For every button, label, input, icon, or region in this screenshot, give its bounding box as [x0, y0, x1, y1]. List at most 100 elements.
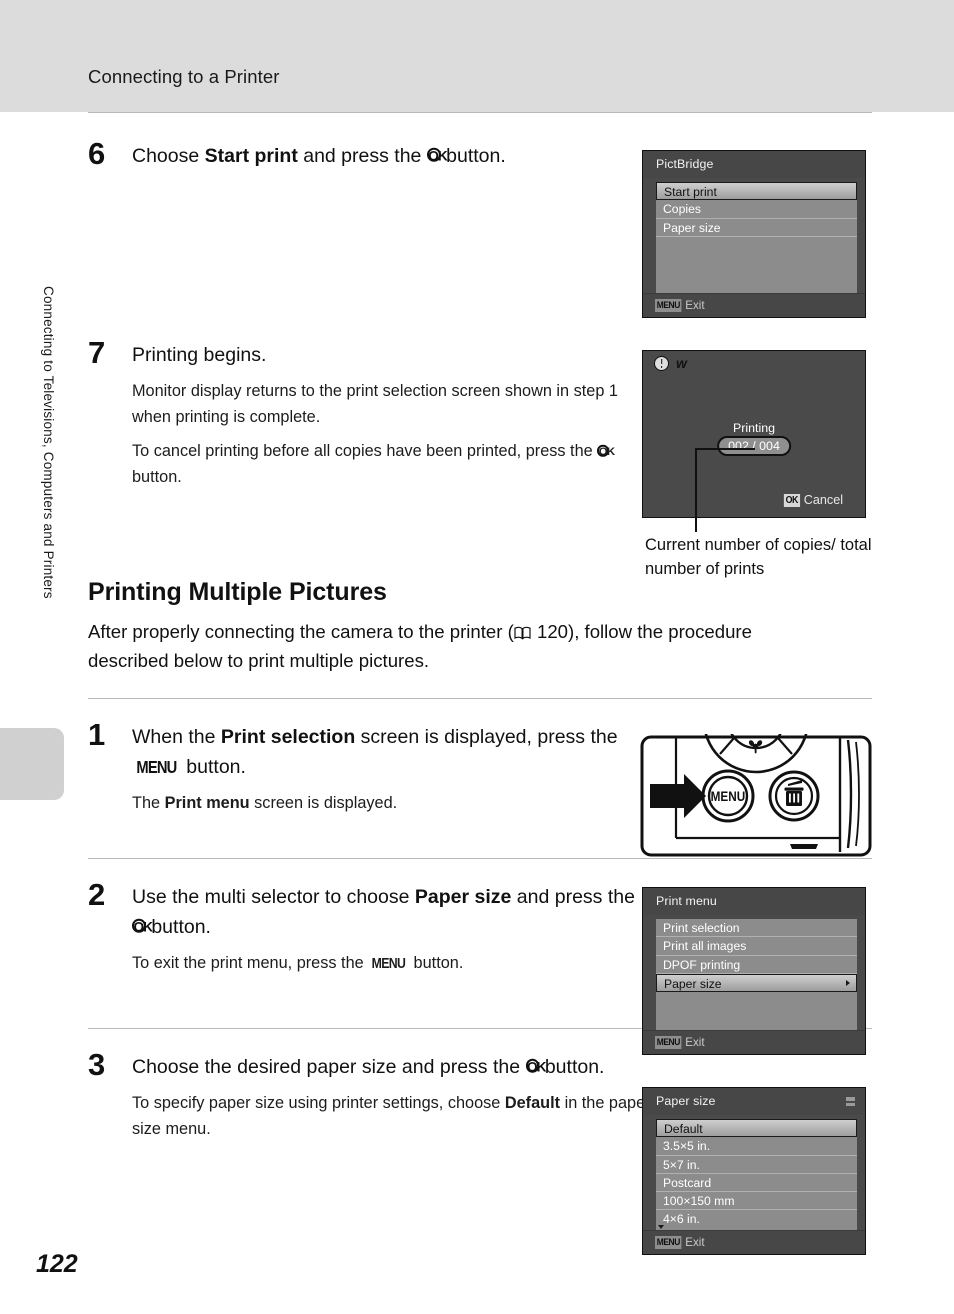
step-1-note-bold: Print menu [164, 794, 250, 812]
leader-vertical [695, 448, 698, 532]
pictbridge-exit-hint: MENU Exit [655, 299, 705, 312]
section-printing-multiple-pictures: Printing Multiple Pictures After properl… [88, 578, 872, 675]
list-item-label: Start print [664, 185, 717, 199]
list-item[interactable]: DPOF printing [656, 956, 857, 974]
printing-status-label: Printing [732, 421, 775, 435]
step-2-title: Use the multi selector to choose Paper s… [132, 879, 642, 942]
menu-button-icon: MENU [371, 954, 406, 972]
screen-print-menu: Print menu Print selection Print all ima… [642, 887, 866, 1055]
step-3-title-post: button. [539, 1056, 605, 1078]
step-6-title-mid: and press the [297, 145, 427, 167]
step-2-title-pre: Use the multi selector to choose [132, 885, 415, 908]
list-item[interactable]: Postcard [656, 1174, 857, 1193]
step-7-note-1: Monitor display returns to the print sel… [132, 382, 618, 426]
list-item[interactable]: 3.5×5 in. [656, 1137, 857, 1156]
pictbridge-footer: MENU Exit [643, 293, 865, 317]
list-item[interactable]: Start print [656, 182, 857, 201]
paper-size-titlebar: Paper size [643, 1088, 865, 1116]
step-2-title-mid: and press the [511, 885, 635, 908]
step-6-title-post: button. [440, 145, 506, 167]
warning-exclamation-icon [654, 356, 669, 371]
ok-button-icon: OK [525, 1058, 546, 1075]
step-6-title-pre: Choose [132, 145, 205, 167]
callout-leader-line [695, 448, 755, 532]
step-1-title-pre: When the [132, 726, 221, 748]
list-item-label: Copies [663, 202, 701, 217]
step-6-title-bold: Start print [204, 145, 298, 167]
print-menu-stage: Print selection Print all images DPOF pr… [643, 915, 865, 1035]
page-number: 122 [36, 1250, 78, 1278]
list-item-label: DPOF printing [663, 957, 741, 972]
step-1-title-mid: screen is displayed, press the [355, 726, 618, 748]
print-menu-exit-label: Exit [685, 1036, 705, 1049]
print-menu-list: Print selection Print all images DPOF pr… [656, 919, 857, 1035]
section-intro: After properly connecting the camera to … [88, 617, 788, 675]
camera-back-illustration: MENU [640, 666, 872, 858]
step-7-note-2: To cancel printing before all copies hav… [132, 439, 652, 490]
print-menu-title: Print menu [656, 894, 717, 908]
section-divider-1 [88, 698, 872, 699]
list-item[interactable]: 4×6 in. [656, 1210, 857, 1229]
print-menu-titlebar: Print menu [643, 888, 865, 916]
list-item[interactable]: Default [656, 1119, 857, 1138]
menu-chip-icon: MENU [655, 299, 682, 312]
menu-button-icon: MENU [136, 757, 177, 777]
list-item[interactable]: Print all images [656, 937, 857, 956]
step-7-number: 7 [88, 335, 106, 370]
list-item[interactable]: 5×7 in. [656, 1156, 857, 1174]
paper-size-footer: MENU Exit [643, 1230, 865, 1254]
ok-chip-icon: OK [784, 494, 800, 507]
list-item-label: Paper size [664, 976, 722, 991]
step-2-title-post: button. [145, 915, 211, 938]
camera-shake-icon: w [676, 355, 687, 371]
list-item[interactable]: Paper size [656, 973, 857, 993]
step-1-title-bold: Print selection [220, 726, 356, 748]
step-2-number: 2 [88, 876, 106, 912]
screen-pictbridge: PictBridge Start print Copies Paper size… [642, 150, 866, 318]
menu-chip-icon: MENU [655, 1236, 682, 1249]
step-3-number: 3 [88, 1047, 106, 1082]
chevron-right-icon [846, 980, 850, 987]
list-item-label: 3.5×5 in. [663, 1139, 711, 1154]
paper-size-exit-hint: MENU Exit [655, 1236, 705, 1249]
book-reference-icon [514, 626, 531, 640]
paper-size-list: Default 3.5×5 in. 5×7 in. Postcard 100×1… [656, 1119, 857, 1235]
pictbridge-title: PictBridge [656, 157, 714, 171]
list-item-label: Print all images [663, 939, 747, 954]
step-3-title-pre: Choose the desired paper size and press … [132, 1056, 526, 1078]
list-item-label: 5×7 in. [663, 1157, 700, 1172]
list-item[interactable]: Print selection [656, 919, 857, 938]
printing-cancel-label: Cancel [803, 493, 843, 507]
list-item[interactable]: 100×150 mm [656, 1192, 857, 1211]
ok-button-icon: OK [426, 147, 448, 164]
step-6-title: Choose Start print and press the OK butt… [132, 138, 642, 171]
scroll-indicator-icon [846, 1097, 855, 1106]
list-item[interactable]: Copies [656, 200, 857, 219]
step-1-number: 1 [88, 717, 106, 752]
step-2-note: To exit the print menu, press the MENU b… [132, 951, 652, 977]
step-1-title-post: button. [180, 756, 246, 778]
section-intro-pre: After properly connecting the camera to … [88, 621, 514, 642]
scroll-down-caret-icon [658, 1224, 664, 1229]
step-3-note-pre: To specify paper size using printer sett… [132, 1094, 505, 1112]
header-divider [88, 112, 872, 113]
step-6-number: 6 [88, 136, 106, 171]
page-header-band [0, 0, 954, 112]
callout-caption: Current number of copies/ total number o… [645, 536, 872, 578]
pictbridge-titlebar: PictBridge [643, 151, 865, 179]
step-2-note-post: button. [409, 953, 464, 972]
list-item-label: Print selection [663, 921, 740, 935]
pictbridge-stage: Start print Copies Paper size [643, 178, 865, 298]
chapter-tab-marker [0, 728, 64, 800]
step-1-title: When the Print selection screen is displ… [132, 719, 642, 782]
screen-paper-size: Paper size Default 3.5×5 in. 5×7 in. Pos… [642, 1087, 866, 1255]
paper-size-title: Paper size [656, 1094, 716, 1108]
step-7-title: Printing begins. [132, 344, 267, 366]
step-2-title-bold: Paper size [414, 885, 512, 908]
printing-cancel-hint[interactable]: OK Cancel [783, 493, 843, 507]
step-3-note: To specify paper size using printer sett… [132, 1091, 652, 1142]
print-menu-footer: MENU Exit [643, 1030, 865, 1054]
list-item[interactable]: Paper size [656, 219, 857, 237]
pictbridge-exit-label: Exit [685, 299, 705, 312]
pictbridge-list: Start print Copies Paper size [656, 182, 857, 298]
